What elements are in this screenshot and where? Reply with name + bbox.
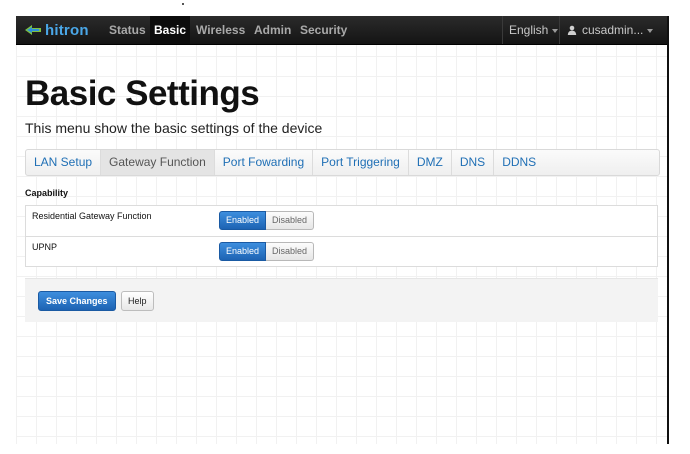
page: hitron Status Basic Wireless Admin Secur… — [16, 16, 669, 444]
nav-divider — [502, 16, 503, 44]
enable-button[interactable]: Enabled — [219, 211, 267, 230]
form-actions: Save Changes Help — [25, 278, 658, 322]
brand-logo[interactable]: hitron — [24, 21, 89, 39]
stray-mark — [182, 3, 184, 5]
chevron-down-icon — [647, 28, 654, 33]
settings-tabs: LAN Setup Gateway Function Port Fowardin… — [25, 149, 660, 176]
enable-button[interactable]: Enabled — [219, 242, 267, 261]
capability-heading: Capability — [25, 188, 69, 198]
tab-gateway-function[interactable]: Gateway Function — [101, 150, 215, 175]
user-icon — [567, 25, 577, 35]
save-changes-button[interactable]: Save Changes — [38, 291, 116, 311]
user-name: cusadmin... — [582, 23, 644, 37]
help-button[interactable]: Help — [121, 291, 154, 311]
top-navbar: hitron Status Basic Wireless Admin Secur… — [16, 16, 667, 45]
tab-ddns[interactable]: DDNS — [494, 150, 544, 175]
disable-button[interactable]: Disabled — [266, 211, 315, 230]
tab-dmz[interactable]: DMZ — [409, 150, 452, 175]
disable-button[interactable]: Disabled — [266, 242, 315, 261]
capability-row-gateway: Residential Gateway Function Enabled Dis… — [26, 206, 657, 236]
gateway-function-toggle: Enabled Disabled — [219, 211, 315, 230]
capability-label: Residential Gateway Function — [32, 211, 152, 221]
nav-item-wireless[interactable]: Wireless — [196, 16, 245, 44]
tab-port-forwarding[interactable]: Port Fowarding — [215, 150, 314, 175]
user-menu[interactable]: cusadmin... — [567, 16, 654, 44]
capability-table: Residential Gateway Function Enabled Dis… — [25, 205, 658, 267]
language-dropdown[interactable]: English — [509, 16, 559, 44]
brand-name: hitron — [45, 21, 89, 39]
language-label: English — [509, 23, 549, 37]
nav-item-security[interactable]: Security — [300, 16, 347, 44]
nav-item-basic[interactable]: Basic — [150, 16, 191, 44]
page-title: Basic Settings — [25, 74, 260, 113]
capability-row-upnp: UPNP Enabled Disabled — [26, 236, 657, 267]
chevron-down-icon — [552, 28, 559, 33]
capability-label: UPNP — [32, 242, 58, 252]
tab-lan-setup[interactable]: LAN Setup — [26, 150, 102, 175]
hitron-logo-icon — [25, 25, 41, 35]
nav-item-admin[interactable]: Admin — [254, 16, 291, 44]
nav-divider — [559, 16, 560, 44]
nav-item-status[interactable]: Status — [109, 16, 146, 44]
upnp-toggle: Enabled Disabled — [219, 242, 315, 261]
page-subtitle: This menu show the basic settings of the… — [25, 120, 323, 136]
tab-port-triggering[interactable]: Port Triggering — [313, 150, 409, 175]
tab-dns[interactable]: DNS — [452, 150, 495, 175]
